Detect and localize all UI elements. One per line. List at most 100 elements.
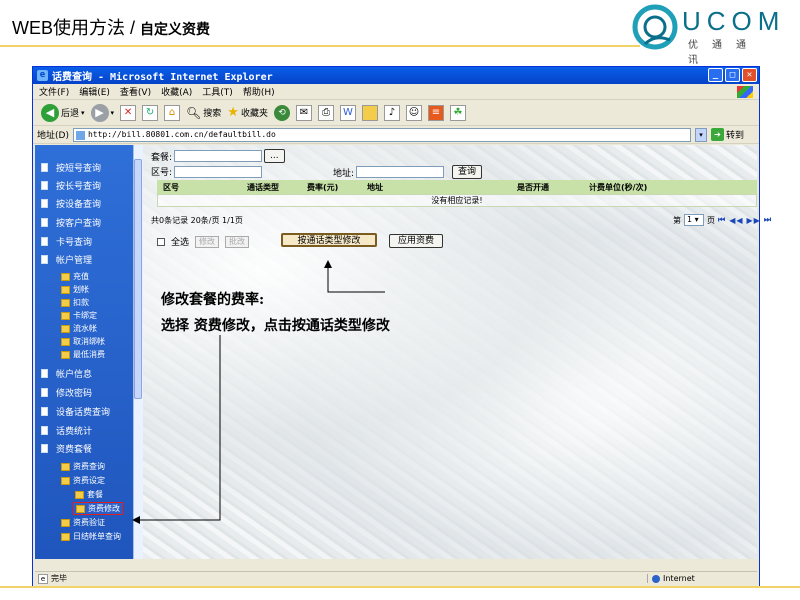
stop-icon[interactable]: ✕ bbox=[120, 104, 137, 121]
sidebar-item-billing-stats[interactable]: 话费统计 bbox=[41, 424, 92, 437]
sidebar-item-label: 按设备查询 bbox=[56, 200, 102, 210]
address-input[interactable]: http://bill.80801.com.cn/defaultbill.do bbox=[72, 127, 691, 142]
sidebar-item-label: 按客户查询 bbox=[56, 219, 102, 229]
sidebar-item-short-number[interactable]: 按短号查询 bbox=[41, 161, 101, 174]
grid-col-rate[interactable]: 费率(元) bbox=[307, 182, 367, 193]
annotation-line1: 修改套餐的费率: bbox=[161, 292, 265, 308]
sidebar-item-change-password[interactable]: 修改密码 bbox=[41, 386, 92, 399]
home-icon[interactable]: ⌂ bbox=[164, 104, 181, 121]
menu-help[interactable]: 帮助(H) bbox=[243, 85, 275, 98]
document-icon bbox=[41, 426, 48, 435]
action-row: 全选 修改 批改 bbox=[157, 235, 250, 248]
refresh-icon[interactable]: ↻ bbox=[142, 104, 159, 121]
slide-title-main: WEB使用方法 / bbox=[12, 18, 141, 38]
page-prefix: 第 bbox=[673, 215, 681, 225]
sidebar-subitem-minimum-spend[interactable]: 最低消费 bbox=[61, 349, 105, 360]
folder-icon[interactable] bbox=[361, 104, 378, 121]
query-button[interactable]: 查询 bbox=[452, 165, 483, 179]
edit-icon[interactable]: W bbox=[339, 104, 356, 121]
media-icon[interactable]: ♪ bbox=[383, 104, 400, 121]
sidebar-item-label: 话费统计 bbox=[56, 427, 93, 437]
sidebar-item-long-number[interactable]: 按长号查询 bbox=[41, 179, 101, 192]
minimize-button[interactable]: _ bbox=[708, 68, 723, 82]
sidebar-item-card[interactable]: 卡号查询 bbox=[41, 235, 92, 248]
menu-edit[interactable]: 编辑(E) bbox=[79, 85, 110, 98]
select-all-checkbox[interactable] bbox=[157, 237, 165, 246]
sidebar-item-account-management[interactable]: 帐户管理 bbox=[41, 253, 92, 266]
grid-col-address[interactable]: 地址 bbox=[367, 182, 517, 193]
area-input[interactable] bbox=[174, 165, 263, 178]
modify-by-call-type-button[interactable]: 按通话类型修改 bbox=[281, 233, 377, 247]
sidebar-subitem-deduct[interactable]: 扣款 bbox=[61, 297, 89, 308]
sidebar-subitem-card-binding[interactable]: 卡绑定 bbox=[61, 310, 97, 321]
browse-button[interactable]: ... bbox=[264, 149, 285, 163]
page-select[interactable]: 1 ▾ bbox=[684, 214, 704, 226]
sidebar-item-device[interactable]: 按设备查询 bbox=[41, 197, 101, 210]
next-page-icon[interactable]: ▶▶ bbox=[747, 216, 761, 225]
sidebar-subitem-ledger[interactable]: 流水帐 bbox=[61, 323, 97, 334]
forward-button[interactable]: ▶ ▾ bbox=[90, 103, 114, 122]
sidebar-item-tariff-plans[interactable]: 资费套餐 bbox=[41, 442, 92, 455]
go-button[interactable]: ➔ 转到 bbox=[710, 128, 744, 141]
mail-icon[interactable]: ✉ bbox=[295, 104, 312, 121]
address-dropdown[interactable]: ▾ bbox=[694, 127, 707, 142]
package-row: 套餐: ... bbox=[151, 149, 285, 163]
slide-title: WEB使用方法 / 自定义资费 bbox=[12, 14, 210, 40]
search-button[interactable]: 🔍︎ 搜索 bbox=[186, 106, 221, 120]
toolbar: ◀ 后退 ▾ ▶ ▾ ✕ ↻ ⌂ 🔍︎ 搜索 ★ 收藏夹 ⟲ ✉ ⎙ W ♪ ☺… bbox=[33, 100, 759, 126]
sidebar-subitem-label: 套餐 bbox=[87, 490, 103, 499]
search-icon: 🔍︎ bbox=[186, 105, 202, 120]
grid-col-billing-unit[interactable]: 计费单位(秒/次) bbox=[589, 182, 689, 193]
menu-tools[interactable]: 工具(T) bbox=[202, 85, 233, 98]
sidebar-subitem-label: 扣款 bbox=[73, 298, 89, 307]
sidebar-item-label: 帐户管理 bbox=[56, 256, 93, 266]
sidebar-subitem-tariff-query[interactable]: 资费查询 bbox=[61, 461, 105, 472]
sidebar-subitem-tariff-modify[interactable]: 资费修改 bbox=[73, 502, 123, 515]
maximize-button[interactable]: □ bbox=[725, 68, 740, 82]
menu-file[interactable]: 文件(F) bbox=[39, 85, 69, 98]
sidebar-scrollbar[interactable] bbox=[133, 145, 143, 559]
scrollbar-thumb[interactable] bbox=[134, 159, 142, 399]
sidebar-item-customer[interactable]: 按客户查询 bbox=[41, 216, 101, 229]
print-icon[interactable]: ⎙ bbox=[317, 104, 334, 121]
grid-col-enabled[interactable]: 是否开通 bbox=[517, 182, 589, 193]
menu-favorites[interactable]: 收藏(A) bbox=[161, 85, 192, 98]
forward-arrow-icon: ▶ bbox=[90, 103, 109, 122]
footer-divider bbox=[0, 586, 800, 588]
sidebar-subitem-unbind[interactable]: 取消绑帐 bbox=[61, 336, 105, 347]
sidebar-item-label: 按短号查询 bbox=[56, 164, 102, 174]
first-page-icon[interactable]: ⏮ bbox=[718, 215, 726, 225]
favorites-button[interactable]: ★ 收藏夹 bbox=[227, 105, 268, 120]
package-input[interactable] bbox=[174, 150, 263, 162]
close-button[interactable]: ✕ bbox=[742, 68, 757, 82]
package-label: 套餐: bbox=[151, 152, 173, 163]
sidebar-item-device-billing[interactable]: 设备话费查询 bbox=[41, 405, 110, 418]
sidebar-subitem-transfer[interactable]: 划帐 bbox=[61, 284, 89, 295]
prev-page-icon[interactable]: ◀◀ bbox=[729, 216, 743, 225]
sidebar-subitem-recharge[interactable]: 充值 bbox=[61, 271, 89, 282]
addon-icon[interactable]: ≡ bbox=[427, 104, 444, 121]
document-icon bbox=[41, 407, 48, 416]
sidebar-subitem-label: 资费验证 bbox=[73, 518, 105, 527]
sidebar-subitem-label: 卡绑定 bbox=[73, 311, 97, 320]
apply-tariff-button[interactable]: 应用资费 bbox=[389, 234, 443, 248]
menu-view[interactable]: 查看(V) bbox=[120, 85, 151, 98]
folder-icon bbox=[61, 337, 70, 346]
messenger-icon[interactable]: ☺ bbox=[405, 104, 422, 121]
last-page-icon[interactable]: ⏭ bbox=[764, 215, 772, 225]
back-button[interactable]: ◀ 后退 ▾ bbox=[41, 103, 85, 122]
address-field-input[interactable] bbox=[356, 166, 445, 178]
network-icon[interactable]: ☘ bbox=[449, 104, 466, 121]
grid-col-call-type[interactable]: 通话类型 bbox=[247, 182, 307, 193]
sidebar-subitem-tariff-verify[interactable]: 资费验证 bbox=[61, 517, 105, 528]
sidebar-item-account-info[interactable]: 帐户信息 bbox=[41, 367, 92, 380]
grid-col-area[interactable]: 区号 bbox=[157, 182, 247, 193]
sidebar-subitem-daily-bill[interactable]: 日结帐单查询 bbox=[61, 531, 121, 542]
modify-button[interactable]: 修改 bbox=[195, 235, 220, 248]
history-icon[interactable]: ⟲ bbox=[273, 104, 290, 121]
document-icon bbox=[41, 181, 48, 190]
batch-modify-button[interactable]: 批改 bbox=[225, 235, 250, 248]
sidebar-subitem-tariff-setting[interactable]: 资费设定 bbox=[61, 475, 105, 486]
sidebar-subitem-package[interactable]: 套餐 bbox=[75, 489, 103, 500]
sidebar-item-label: 帐户信息 bbox=[56, 370, 93, 380]
